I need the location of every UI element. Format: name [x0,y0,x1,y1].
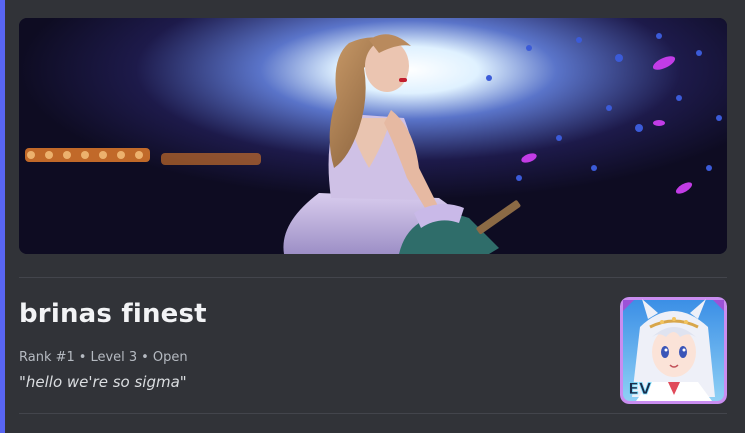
separator-dot: • [78,350,87,365]
server-status: Open [152,350,188,365]
anime-character-avatar: EV [620,297,727,404]
divider [19,413,727,414]
server-tagline: "hello we're so sigma" [19,373,187,391]
selection-accent-bar [0,0,5,433]
server-icon[interactable]: EV [620,297,727,404]
concert-performer-image [19,18,727,254]
divider [19,277,727,278]
server-level: Level 3 [90,350,138,365]
server-banner-image [19,18,727,254]
separator-dot: • [141,350,149,365]
server-rank: Rank #1 [19,350,75,365]
server-card[interactable]: brinas finest Rank #1 • Level 3 • Open "hell… [0,0,745,433]
server-name: brinas finest [19,299,207,329]
server-meta: Rank #1 • Level 3 • Open [19,350,188,365]
avatar-badge-text: EV [628,379,652,398]
